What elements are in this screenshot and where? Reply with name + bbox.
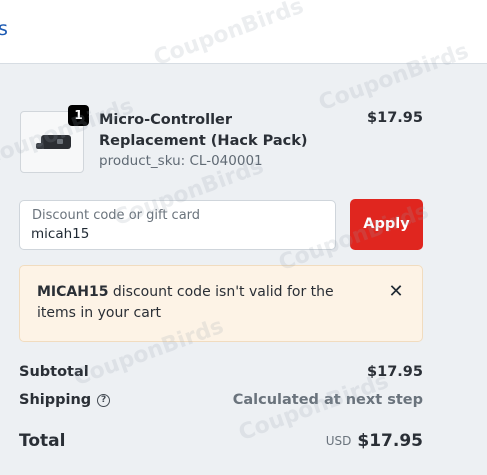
product-name: Micro-Controller Replacement (Hack Pack) [99,112,308,149]
error-message: MICAH15 discount code isn't valid for th… [37,282,367,324]
discount-code-input[interactable] [31,225,321,243]
total-value-wrap: USD $17.95 [326,431,423,451]
total-label: Total [19,431,66,451]
top-header: s [0,0,487,64]
close-icon[interactable]: ✕ [386,282,406,302]
subtotal-value: $17.95 [367,364,423,380]
subtotal-label: Subtotal [19,364,89,380]
shipping-label-wrap: Shipping? [19,392,111,408]
apply-button[interactable]: Apply [350,199,423,250]
shipping-value: Calculated at next step [232,392,423,408]
shipping-label: Shipping [19,392,92,408]
total-value: $17.95 [357,431,423,451]
product-price: $17.95 [367,110,423,126]
breadcrumb-fragment[interactable]: s [0,18,8,40]
total-currency: USD [325,434,352,448]
question-circle-icon[interactable]: ? [97,393,111,407]
quantity-badge: 1 [68,105,89,126]
discount-code-label: Discount code or gift card [32,208,201,223]
micro-controller-device-icon [36,135,71,149]
product-sku: product_sku: CL-040001 [99,153,263,169]
error-code: MICAH15 [37,284,109,300]
discount-code-field[interactable]: Discount code or gift card [19,200,336,250]
discount-error-banner: MICAH15 discount code isn't valid for th… [19,265,423,342]
